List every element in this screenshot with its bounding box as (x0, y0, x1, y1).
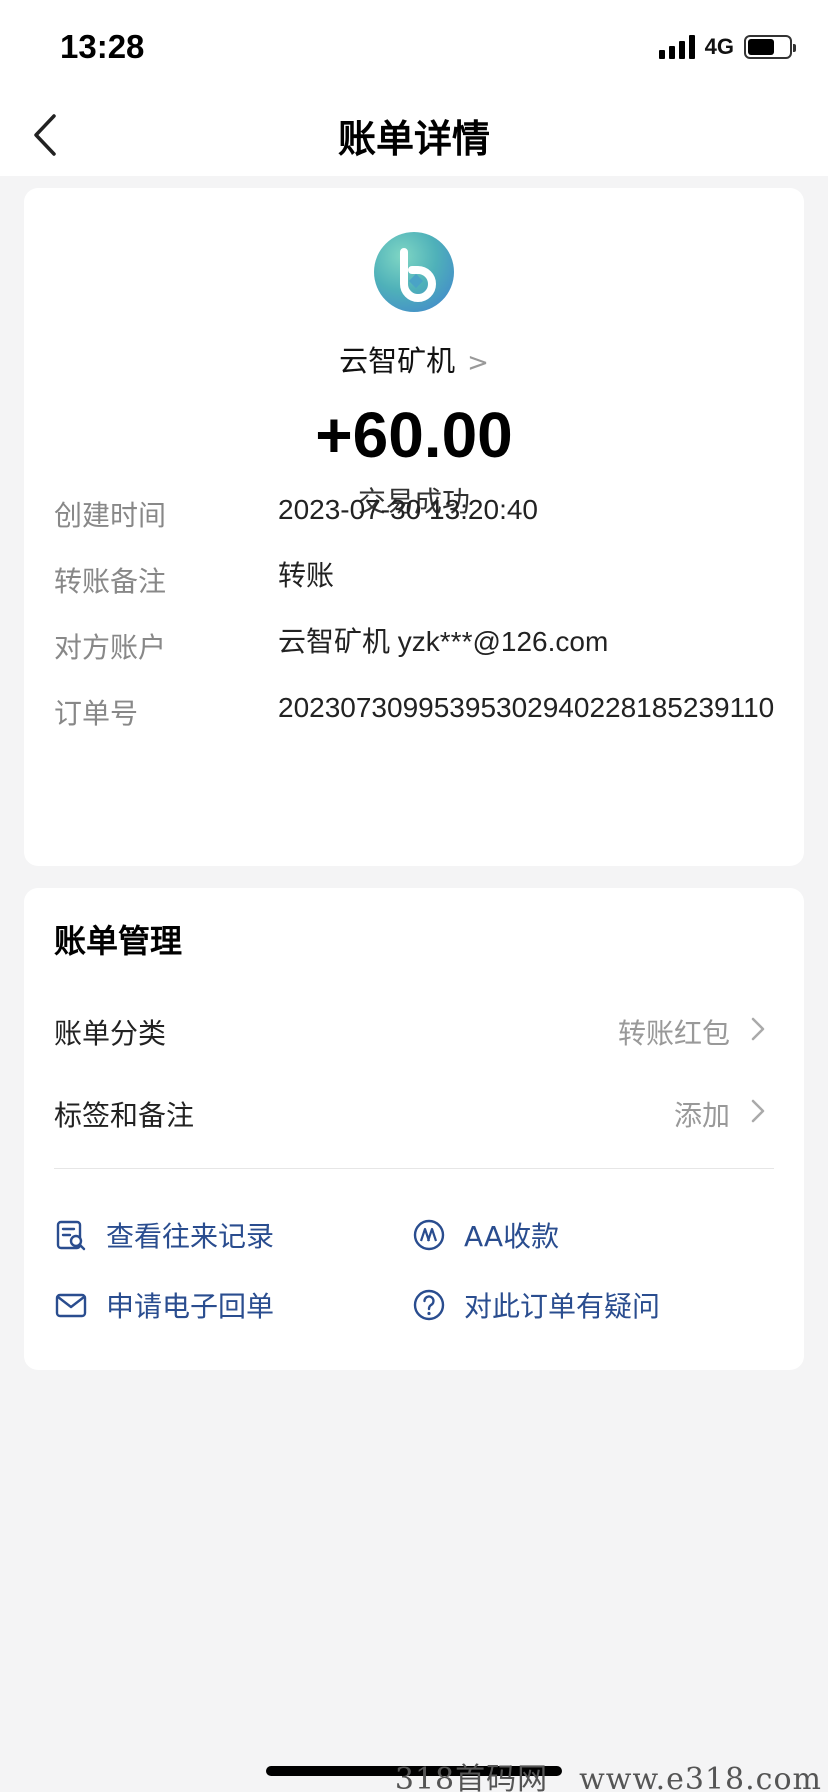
row-value: 添加 (673, 1099, 730, 1132)
view-records-action[interactable]: 查看往来记录 (54, 1210, 274, 1260)
nav-bar: 账单详情 (0, 100, 828, 176)
row-label: 标签和备注 (54, 1099, 195, 1132)
status-indicators: 4G (658, 34, 796, 60)
envelope-icon (55, 1293, 87, 1318)
detail-label: 转账备注 (54, 565, 167, 598)
records-search-icon (56, 1220, 86, 1251)
network-type: 4G (704, 34, 734, 59)
divider (54, 1168, 774, 1169)
status-time: 13:28 (60, 28, 145, 65)
transaction-amount: +60.00 (315, 399, 513, 471)
battery-icon (744, 35, 796, 59)
row-value: 转账红包 (617, 1017, 730, 1050)
detail-value: 转账 (278, 560, 335, 591)
bill-detail-page: 13:28 4G 账单详情 云智矿机 > +60.00 交易成功 创建时间 20… (0, 0, 828, 1792)
row-label: 账单分类 (54, 1017, 167, 1050)
status-bar: 13:28 4G (0, 0, 828, 100)
aa-collect-icon (413, 1219, 445, 1251)
action-label: 申请电子回单 (106, 1290, 275, 1323)
detail-label: 创建时间 (54, 499, 167, 532)
detail-value: 云智矿机 yzk***@126.com (278, 626, 609, 657)
action-label: 查看往来记录 (106, 1220, 275, 1253)
request-receipt-action[interactable]: 申请电子回单 (54, 1280, 274, 1330)
detail-label: 对方账户 (54, 631, 167, 664)
tags-notes-row[interactable]: 标签和备注 添加 (54, 1084, 774, 1140)
bill-management-card: 账单管理 账单分类 转账红包 标签和备注 添加 查看往来记录 AA收款 申请电子… (24, 888, 804, 1370)
aa-collect-action[interactable]: AA收款 (412, 1210, 559, 1260)
detail-label: 订单号 (54, 697, 139, 730)
detail-value[interactable]: 20230730995395302940228185239110 (278, 688, 808, 728)
chevron-right-icon (751, 1099, 765, 1123)
watermark: 318首码网 www.e318.com (394, 1762, 822, 1792)
order-question-action[interactable]: 对此订单有疑问 (412, 1280, 660, 1330)
merchant-link[interactable]: 云智矿机 > (24, 338, 804, 380)
page-title: 账单详情 (337, 117, 490, 161)
chevron-right-icon: > (467, 348, 489, 378)
signal-icon (658, 35, 695, 59)
bill-category-row[interactable]: 账单分类 转账红包 (54, 1002, 774, 1058)
question-icon (413, 1289, 445, 1321)
chevron-right-icon (751, 1017, 765, 1041)
transaction-card: 云智矿机 > +60.00 交易成功 创建时间 2023-07-30 13:20:… (24, 188, 804, 866)
merchant-logo-icon (374, 232, 454, 312)
detail-value: 2023-07-30 13:20:40 (278, 494, 538, 525)
action-label: 对此订单有疑问 (464, 1290, 661, 1323)
section-title: 账单管理 (54, 922, 183, 960)
action-label: AA收款 (464, 1220, 560, 1253)
merchant-name: 云智矿机 (339, 344, 456, 378)
